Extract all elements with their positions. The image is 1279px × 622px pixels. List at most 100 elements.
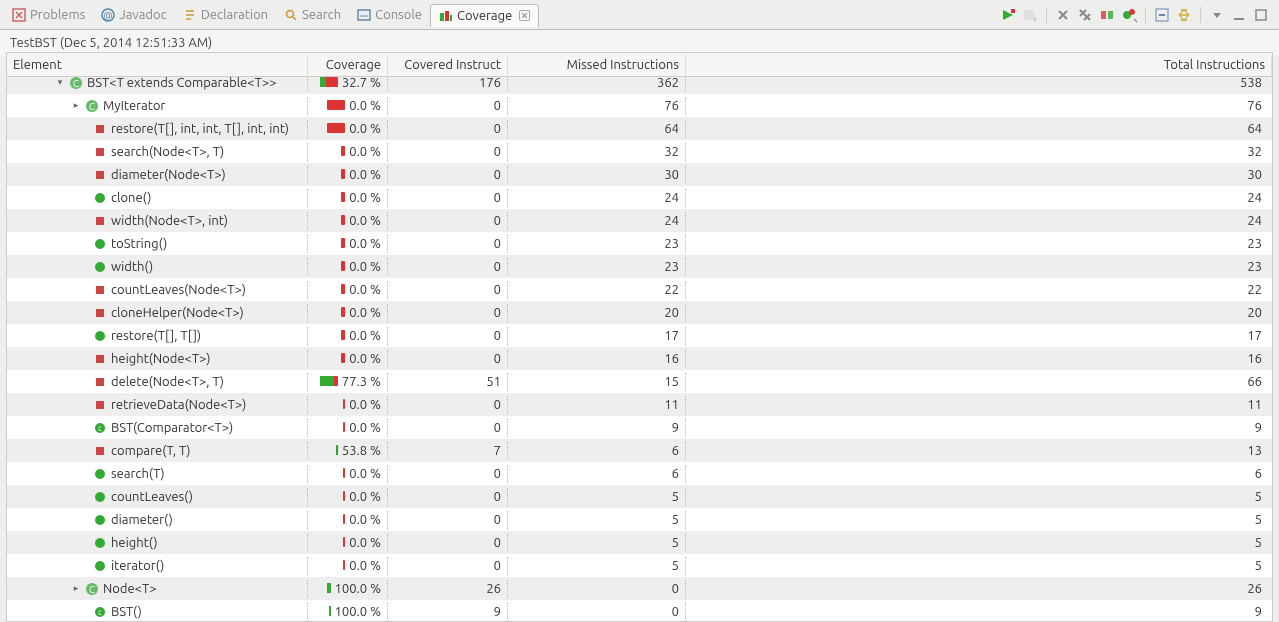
public-method-icon [93, 191, 107, 205]
coverage-value: 0.0 % [349, 214, 381, 228]
maximize-icon[interactable] [1253, 7, 1269, 23]
covered-value: 0 [388, 189, 508, 207]
total-value: 5 [686, 534, 1272, 552]
element-name: restore(T[], T[]) [111, 329, 201, 343]
covered-value: 0 [388, 396, 508, 414]
tab-search[interactable]: Search [276, 4, 349, 26]
close-icon[interactable] [519, 10, 530, 21]
remove-session-icon[interactable] [1055, 7, 1071, 23]
table-row[interactable]: delete(Node<T>, T)77.3 %511566 [7, 370, 1272, 393]
table-row[interactable]: toString()0.0 %02323 [7, 232, 1272, 255]
tab-label: Problems [30, 8, 85, 22]
coverage-value: 0.0 % [349, 352, 381, 366]
svg-text:C: C [89, 101, 95, 112]
table-row[interactable]: iterator()0.0 %055 [7, 554, 1272, 577]
coverage-value: 0.0 % [349, 329, 381, 343]
total-value: 66 [686, 373, 1272, 391]
table-row[interactable]: restore(T[], T[])0.0 %01717 [7, 324, 1272, 347]
table-row[interactable]: compare(T, T)53.8 %7613 [7, 439, 1272, 462]
missed-value: 17 [508, 327, 686, 345]
expand-arrow-icon[interactable]: ▾ [55, 77, 65, 88]
col-covered[interactable]: Covered Instruct [388, 55, 508, 75]
select-session-icon[interactable] [1121, 7, 1137, 23]
element-name: cloneHelper(Node<T>) [111, 306, 244, 320]
constructor-icon: c [93, 421, 107, 435]
expand-arrow-icon[interactable]: ▸ [71, 583, 81, 594]
missed-value: 24 [508, 212, 686, 230]
private-method-icon [93, 145, 107, 159]
public-method-icon [93, 490, 107, 504]
table-row[interactable]: retrieveData(Node<T>)0.0 %01111 [7, 393, 1272, 416]
col-missed[interactable]: Missed Instructions [508, 55, 686, 75]
coverage-bar [329, 606, 331, 616]
tab-declaration[interactable]: Declaration [175, 4, 276, 26]
separator [1046, 7, 1047, 23]
view-tabbar: Problems @ Javadoc Declaration Search Co… [0, 0, 1279, 30]
table-row[interactable]: diameter(Node<T>)0.0 %03030 [7, 163, 1272, 186]
element-name: toString() [111, 237, 167, 251]
table-row[interactable]: clone()0.0 %02424 [7, 186, 1272, 209]
covered-value: 26 [388, 580, 508, 598]
tab-console[interactable]: Console [349, 4, 430, 26]
view-menu-icon[interactable] [1209, 7, 1225, 23]
total-value: 16 [686, 350, 1272, 368]
table-row[interactable]: ▸CMyIterator0.0 %07676 [7, 94, 1272, 117]
total-value: 24 [686, 189, 1272, 207]
collapse-all-icon[interactable] [1154, 7, 1170, 23]
private-method-icon [93, 352, 107, 366]
coverage-value: 100.0 % [335, 582, 381, 596]
table-row[interactable]: width()0.0 %02323 [7, 255, 1272, 278]
link-editor-icon[interactable] [1176, 7, 1192, 23]
merge-sessions-icon[interactable] [1099, 7, 1115, 23]
dump-icon[interactable] [1022, 7, 1038, 23]
table-row[interactable]: cBST(Comparator<T>)0.0 %099 [7, 416, 1272, 439]
total-value: 23 [686, 258, 1272, 276]
total-value: 23 [686, 235, 1272, 253]
table-row[interactable]: cBST()100.0 %909 [7, 600, 1272, 621]
table-row[interactable]: height(Node<T>)0.0 %01616 [7, 347, 1272, 370]
element-name: width(Node<T>, int) [111, 214, 228, 228]
tab-javadoc[interactable]: @ Javadoc [93, 4, 174, 26]
table-row[interactable]: restore(T[], int, int, T[], int, int)0.0… [7, 117, 1272, 140]
table-row[interactable]: cloneHelper(Node<T>)0.0 %02020 [7, 301, 1272, 324]
missed-value: 15 [508, 373, 686, 391]
col-coverage[interactable]: Coverage [308, 55, 388, 75]
public-method-icon [93, 329, 107, 343]
coverage-value: 0.0 % [349, 306, 381, 320]
col-total[interactable]: Total Instructions [686, 55, 1272, 75]
missed-value: 11 [508, 396, 686, 414]
total-value: 5 [686, 557, 1272, 575]
table-row[interactable]: countLeaves()0.0 %055 [7, 485, 1272, 508]
coverage-bar [341, 169, 345, 179]
col-element[interactable]: Element [7, 55, 308, 75]
total-value: 5 [686, 488, 1272, 506]
missed-value: 9 [508, 419, 686, 437]
table-body[interactable]: ▾CBST<T extends Comparable<T>>32.7 %1763… [7, 77, 1272, 621]
element-name: retrieveData(Node<T>) [111, 398, 246, 412]
tab-problems[interactable]: Problems [4, 4, 93, 26]
missed-value: 23 [508, 258, 686, 276]
element-name: delete(Node<T>, T) [111, 375, 224, 389]
remove-all-sessions-icon[interactable] [1077, 7, 1093, 23]
relaunch-icon[interactable] [1000, 7, 1016, 23]
coverage-bar [341, 146, 345, 156]
total-value: 9 [686, 603, 1272, 621]
coverage-value: 32.7 % [342, 77, 381, 90]
table-row[interactable]: countLeaves(Node<T>)0.0 %02222 [7, 278, 1272, 301]
covered-value: 0 [388, 120, 508, 138]
table-row[interactable]: height()0.0 %055 [7, 531, 1272, 554]
table-row[interactable]: ▾CBST<T extends Comparable<T>>32.7 %1763… [7, 77, 1272, 94]
table-row[interactable]: diameter()0.0 %055 [7, 508, 1272, 531]
missed-value: 5 [508, 557, 686, 575]
table-row[interactable]: search(T)0.0 %066 [7, 462, 1272, 485]
minimize-icon[interactable] [1231, 7, 1247, 23]
element-name: iterator() [111, 559, 164, 573]
total-value: 64 [686, 120, 1272, 138]
expand-arrow-icon[interactable]: ▸ [71, 100, 81, 111]
tab-coverage[interactable]: Coverage [430, 4, 539, 27]
public-method-icon [93, 536, 107, 550]
table-row[interactable]: width(Node<T>, int)0.0 %02424 [7, 209, 1272, 232]
table-row[interactable]: ▸CNode<T>100.0 %26026 [7, 577, 1272, 600]
covered-value: 0 [388, 281, 508, 299]
table-row[interactable]: search(Node<T>, T)0.0 %03232 [7, 140, 1272, 163]
